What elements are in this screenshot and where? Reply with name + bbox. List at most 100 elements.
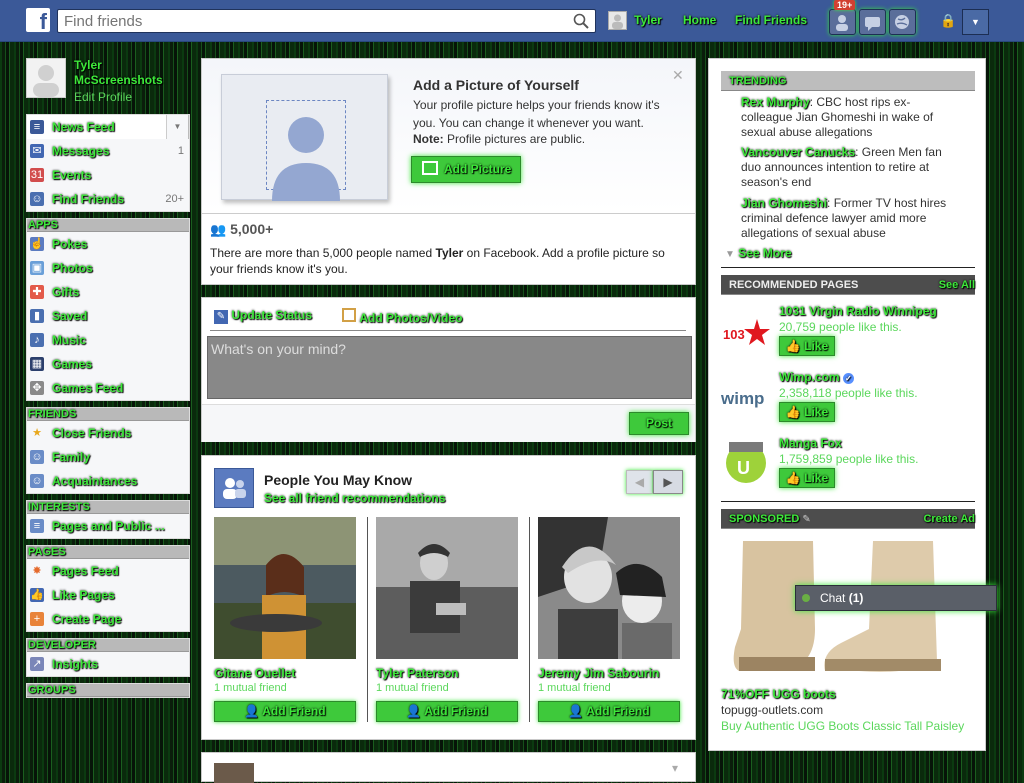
user-avatar[interactable]: [608, 11, 627, 30]
page-name[interactable]: 1031 Virgin Radio Winnipeg: [779, 304, 937, 318]
profile-picture-placeholder[interactable]: [26, 58, 66, 98]
see-all-pages-link[interactable]: See All: [939, 275, 975, 295]
story-chevron-down-icon[interactable]: ▾: [672, 761, 678, 775]
create-ad-link[interactable]: Create Ad: [923, 509, 975, 529]
trending-item[interactable]: Vancouver Canucks: Green Men fan duo ann…: [741, 145, 961, 190]
add-friend-button[interactable]: 👤 Add Friend: [376, 701, 518, 722]
page-name[interactable]: Manga Fox: [779, 436, 842, 450]
prev-chevron-icon[interactable]: ◀: [626, 470, 653, 494]
page-name[interactable]: Wimp.com ✓: [779, 370, 854, 384]
ad-body[interactable]: Buy Authentic UGG Boots Classic Tall Pai…: [721, 719, 964, 733]
sidebar-item-pages-and-public[interactable]: ≡ Pages and Public ...: [27, 514, 189, 538]
sidebar-item-acquaintances[interactable]: ☺ Acquaintances: [27, 469, 189, 493]
trending-topic[interactable]: Jian Ghomeshi: [741, 196, 827, 210]
sidebar-item-pokes[interactable]: ☝ Pokes: [27, 232, 189, 256]
mutual-friends[interactable]: 1 mutual friend: [538, 682, 611, 694]
sidebar-item-news-feed[interactable]: ≡ News Feed ▼: [27, 115, 189, 139]
news-feed-icon: ≡: [30, 120, 44, 134]
notifications-globe-icon[interactable]: [889, 9, 916, 35]
privacy-lock-icon[interactable]: 🔒: [940, 13, 956, 29]
add-picture-button[interactable]: Add Picture: [411, 156, 521, 183]
person-name[interactable]: Jeremy Jim Sabourin: [538, 666, 659, 680]
friend-requests-icon[interactable]: [829, 9, 856, 35]
photo-frame[interactable]: [221, 74, 388, 201]
sidebar-item-create-page[interactable]: + Create Page: [27, 607, 189, 631]
story-avatar[interactable]: [214, 763, 254, 783]
pencil-icon: ✎: [214, 310, 228, 324]
person-photo[interactable]: [538, 517, 680, 659]
sidebar-item-games-feed[interactable]: ✥ Games Feed: [27, 376, 189, 400]
manga-fox-logo[interactable]: U: [721, 436, 771, 486]
see-all-recommendations-link[interactable]: See all friend recommendations: [264, 491, 445, 505]
like-button[interactable]: 👍 Like: [779, 336, 835, 356]
profile-name[interactable]: Tyler McScreenshots: [74, 58, 184, 88]
account-menu-chevron-down-icon[interactable]: ▼: [962, 9, 989, 35]
ad-choices-icon[interactable]: ✎: [802, 514, 810, 525]
chat-count: (1): [848, 591, 864, 605]
ad-title[interactable]: 71%OFF UGG boots: [721, 687, 836, 701]
sidebar-item-music[interactable]: ♪ Music: [27, 328, 189, 352]
nav-pages-section: PAGES ✸ Pages Feed 👍 Like Pages + Create Pa…: [26, 545, 190, 632]
home-link[interactable]: Home: [683, 13, 716, 27]
sidebar-item-games[interactable]: ▦ Games: [27, 352, 189, 376]
pages-header[interactable]: PAGES: [27, 546, 189, 559]
find-friends-link[interactable]: Find Friends: [735, 13, 807, 27]
groups-header[interactable]: GROUPS: [27, 684, 189, 697]
sidebar-item-pages-feed[interactable]: ✸ Pages Feed: [27, 559, 189, 583]
profile-link[interactable]: Tyler: [634, 13, 662, 27]
add-friend-button[interactable]: 👤 Add Friend: [214, 701, 356, 722]
developer-header[interactable]: DEVELOPER: [27, 639, 189, 652]
mutual-friends[interactable]: 1 mutual friend: [376, 682, 449, 694]
sidebar-item-messages[interactable]: ✉ Messages 1: [27, 139, 189, 163]
friends-header[interactable]: FRIENDS: [27, 408, 189, 421]
status-composer: ✎ Update Status Add Photos/Video What's …: [201, 297, 696, 442]
create-page-icon: +: [30, 612, 44, 626]
search-icon[interactable]: [573, 13, 589, 29]
trending-header: TRENDING: [721, 71, 975, 91]
chat-tab[interactable]: Chat (1): [795, 585, 997, 611]
trending-item[interactable]: Jian Ghomeshi: Former TV host hires crim…: [741, 196, 961, 241]
sidebar-item-saved[interactable]: ▮ Saved: [27, 304, 189, 328]
sidebar-item-events[interactable]: 31 Events: [27, 163, 189, 187]
person-name[interactable]: Gitane Ouellet: [214, 666, 295, 680]
chevron-down-icon[interactable]: ▼: [166, 115, 188, 139]
search-input[interactable]: [58, 10, 558, 32]
sidebar-item-insights[interactable]: ↗ Insights: [27, 652, 189, 676]
add-friend-button[interactable]: 👤 Add Friend: [538, 701, 680, 722]
sidebar-item-family[interactable]: ☺ Family: [27, 445, 189, 469]
see-more-trending[interactable]: ▼ See More: [725, 246, 792, 260]
next-chevron-icon[interactable]: ▶: [653, 470, 683, 494]
trending-topic[interactable]: Vancouver Canucks: [741, 145, 855, 159]
virgin-radio-logo[interactable]: 103: [721, 307, 771, 357]
wimp-logo[interactable]: wimp: [720, 372, 771, 422]
messages-icon[interactable]: [859, 9, 886, 35]
post-button[interactable]: Post: [629, 412, 689, 435]
mutual-friends[interactable]: 1 mutual friend: [214, 682, 287, 694]
trending-item[interactable]: Rex Murphy: CBC host rips ex-colleague J…: [741, 95, 961, 140]
interests-header[interactable]: INTERESTS: [27, 501, 189, 514]
sidebar-item-close-friends[interactable]: ★ Close Friends: [27, 421, 189, 445]
search-box[interactable]: [57, 9, 596, 33]
edit-profile-link[interactable]: Edit Profile: [74, 90, 132, 104]
person-photo[interactable]: [376, 517, 518, 659]
sidebar-item-like-pages[interactable]: 👍 Like Pages: [27, 583, 189, 607]
svg-text:wimp: wimp: [721, 389, 764, 408]
sidebar-item-find-friends[interactable]: ☺ Find Friends 20+: [27, 187, 189, 211]
like-button[interactable]: 👍 Like: [779, 468, 835, 488]
apps-header[interactable]: APPS: [27, 219, 189, 232]
sidebar-item-gifts[interactable]: ✚ Gifts: [27, 280, 189, 304]
add-picture-note: Note: Profile pictures are public.: [413, 132, 586, 146]
sidebar-item-photos[interactable]: ▣ Photos: [27, 256, 189, 280]
trending-topic[interactable]: Rex Murphy: [741, 95, 810, 109]
like-button[interactable]: 👍 Like: [779, 402, 835, 422]
person-photo[interactable]: [214, 517, 356, 659]
facebook-logo[interactable]: f: [26, 8, 50, 32]
status-textarea[interactable]: What's on your mind?: [207, 336, 692, 399]
tab-add-photos-video[interactable]: Add Photos/Video: [342, 308, 462, 325]
ad-url[interactable]: topugg-outlets.com: [721, 703, 823, 717]
tab-update-status[interactable]: ✎ Update Status: [214, 308, 312, 324]
page-likes: 20,759 people like this.: [779, 320, 902, 334]
person-name[interactable]: Tyler Paterson: [376, 666, 458, 680]
close-icon[interactable]: ✕: [672, 67, 684, 84]
star-icon: ★: [32, 427, 42, 439]
